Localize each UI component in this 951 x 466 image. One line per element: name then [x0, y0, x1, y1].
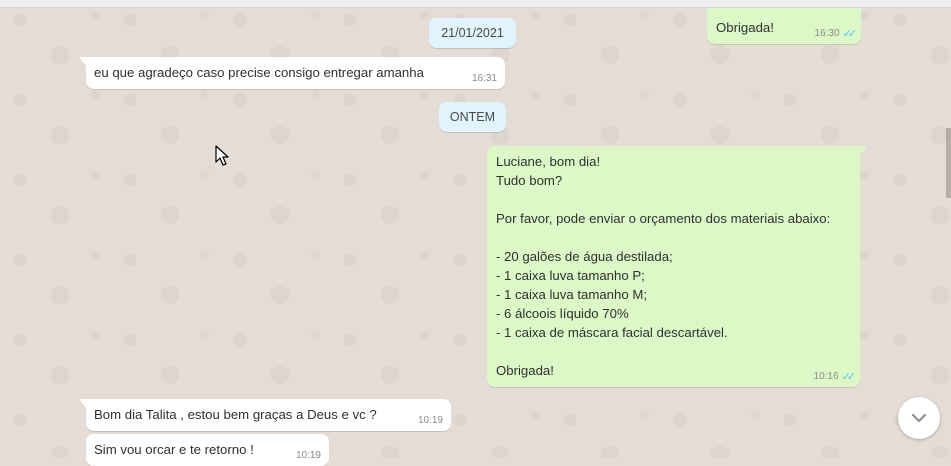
message-text: Sim vou orcar e te retorno !: [94, 442, 254, 457]
message-line: Obrigada!: [496, 363, 554, 378]
double-check-icon: ✓✓: [842, 28, 858, 40]
message-line: - 1 caixa de máscara facial descartável.: [496, 325, 728, 340]
message-time: 10:16 ✓✓: [813, 371, 857, 383]
mouse-pointer-icon: [215, 145, 229, 166]
message-line: - 1 caixa luva tamanho P;: [496, 268, 645, 283]
message-line: - 1 caixa luva tamanho M;: [496, 287, 647, 302]
message-line: Luciane, bom dia!: [496, 154, 601, 169]
message-text: Bom dia Talita , estou bem graças a Deus…: [94, 407, 377, 422]
message-body: Luciane, bom dia! Tudo bom? Por favor, p…: [496, 152, 830, 380]
message-text: Obrigada!: [716, 20, 774, 35]
message-line: [496, 190, 830, 209]
scrollbar-thumb[interactable]: [946, 128, 951, 198]
message-outgoing[interactable]: Obrigada! 16:30 ✓✓: [707, 8, 861, 44]
date-separator: 21/01/2021: [429, 18, 516, 48]
message-line: [496, 228, 830, 247]
message-time: 10:19: [295, 450, 321, 461]
message-incoming[interactable]: Sim vou orcar e te retorno ! 10:19: [86, 434, 329, 466]
message-line: Por favor, pode enviar o orçamento dos m…: [496, 211, 831, 226]
chat-header-edge: [0, 0, 951, 8]
message-line: [496, 342, 830, 361]
message-time: 16:30 ✓✓: [814, 28, 858, 40]
message-line: - 6 álcoois líquido 70%: [496, 306, 629, 321]
message-outgoing[interactable]: Luciane, bom dia! Tudo bom? Por favor, p…: [487, 146, 867, 387]
message-time: 16:31: [471, 73, 497, 84]
date-separator: ONTEM: [439, 102, 506, 132]
message-incoming[interactable]: eu que agradeço caso precise consigo ent…: [79, 57, 505, 89]
chevron-down-icon: [911, 413, 927, 423]
message-text: eu que agradeço caso precise consigo ent…: [94, 65, 424, 80]
message-time: 10:19: [417, 415, 443, 426]
scroll-down-button[interactable]: [898, 397, 940, 439]
message-line: - 20 galões de água destilada;: [496, 249, 673, 264]
message-line: Tudo bom?: [496, 173, 563, 188]
double-check-icon: ✓✓: [841, 371, 857, 383]
message-incoming[interactable]: Bom dia Talita , estou bem graças a Deus…: [79, 399, 451, 431]
